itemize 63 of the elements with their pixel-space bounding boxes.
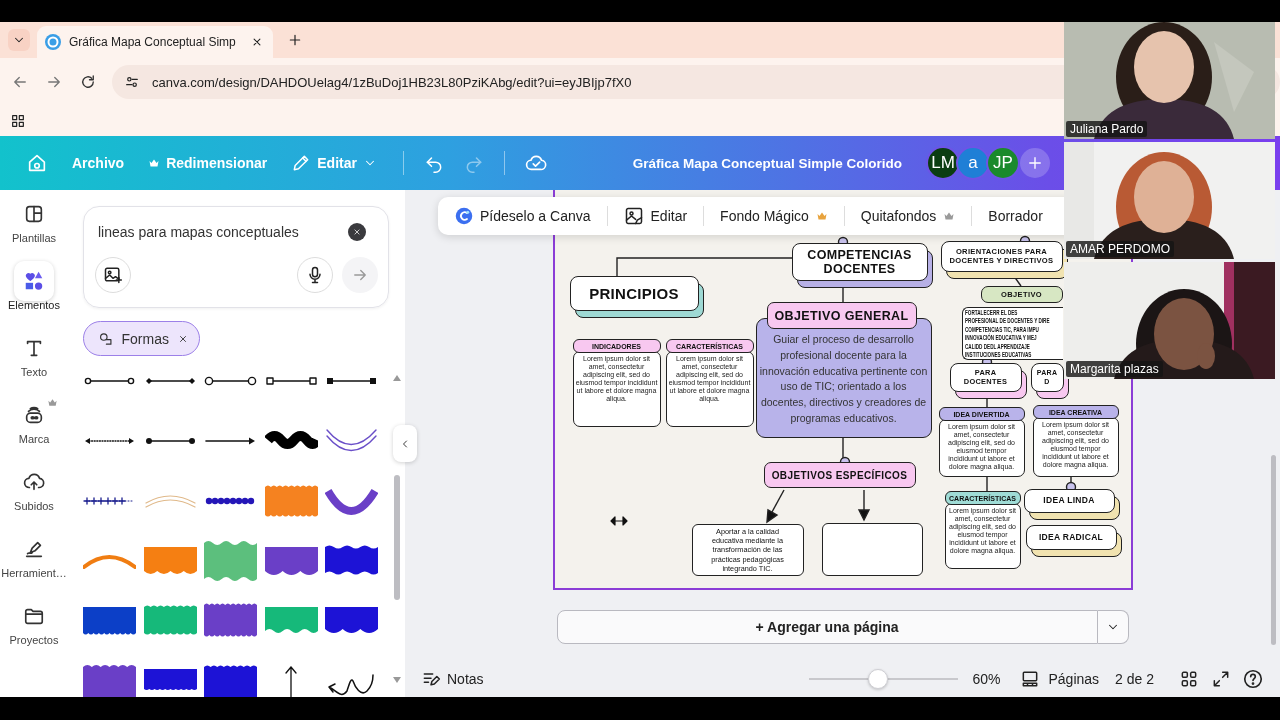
notes-button[interactable]: Notas bbox=[421, 668, 484, 689]
toolbar-button[interactable]: Quitafondos bbox=[854, 204, 962, 228]
ai-icon bbox=[455, 207, 473, 225]
sidebar-item[interactable]: Elementos bbox=[0, 257, 68, 324]
sidebar-item[interactable]: Proyectos bbox=[0, 592, 68, 659]
toolbar-button[interactable]: Pídeselo a Canva bbox=[449, 203, 597, 229]
banner-thumbnail[interactable] bbox=[204, 541, 257, 581]
arrow bbox=[857, 489, 870, 522]
arrow bbox=[765, 489, 785, 524]
browser-tab[interactable]: Gráfica Mapa Conceptual Simp bbox=[37, 26, 273, 58]
collaborator-avatar[interactable]: LM bbox=[926, 146, 960, 180]
page-indicator: 2 de 2 bbox=[1115, 670, 1154, 687]
zoom-reading: 60% bbox=[972, 670, 1001, 687]
collaborator-avatar[interactable]: JP bbox=[986, 146, 1020, 180]
plus-icon bbox=[287, 32, 303, 48]
canva-logo-icon bbox=[45, 34, 61, 50]
sidebar-item[interactable]: Herramient… bbox=[0, 525, 68, 592]
node-label: OBJETIVOS ESPECÍFICOS bbox=[763, 462, 916, 488]
add-collaborator-button[interactable] bbox=[1020, 148, 1050, 178]
toolbar-button[interactable]: Editar bbox=[617, 202, 694, 230]
node-title: PRINCIPIOS bbox=[569, 276, 699, 311]
filter-chip[interactable]: Formas bbox=[83, 321, 200, 356]
scrollbar-thumb[interactable] bbox=[394, 475, 400, 600]
sidebar-item[interactable]: Subidos bbox=[0, 458, 68, 525]
url-text: canva.com/design/DAHDOUelag4/1zBuDoj1HB23L80PziKAbg/edit?ui=eyJBIjp7fX0 bbox=[152, 74, 632, 90]
elements-icon bbox=[23, 270, 45, 292]
scroll-up-arrow-icon[interactable] bbox=[393, 374, 401, 382]
participant-name: Juliana Pardo bbox=[1066, 121, 1148, 137]
sidebar-icon bbox=[23, 471, 45, 493]
toolbar-button[interactable]: Borrador bbox=[982, 204, 1049, 228]
node-title: IDEA LINDA bbox=[1023, 489, 1115, 513]
node-title: COMPETENCIAS DOCENTES bbox=[791, 243, 928, 281]
design-title[interactable]: Gráfica Mapa Conceptual Simple Colorido bbox=[632, 155, 902, 171]
tab-title: Gráfica Mapa Conceptual Simp bbox=[69, 35, 237, 49]
sliders-icon bbox=[124, 74, 140, 90]
image-edit-icon bbox=[623, 206, 644, 226]
home-icon bbox=[26, 152, 48, 174]
plus-icon bbox=[1026, 154, 1044, 172]
sidebar-item[interactable]: Texto bbox=[0, 324, 68, 391]
crown-icon bbox=[148, 157, 161, 169]
close-icon bbox=[352, 227, 362, 237]
sidebar-icon bbox=[23, 203, 45, 225]
participant-name: AMAR PERDOMO bbox=[1066, 241, 1174, 257]
scroll-down-arrow-icon[interactable] bbox=[393, 676, 401, 684]
participant-name: Margarita plazas bbox=[1066, 361, 1163, 377]
pages-button[interactable]: Páginas bbox=[1020, 668, 1100, 689]
add-page-button[interactable]: + Agregar una página bbox=[556, 610, 1098, 644]
clear-search-button[interactable] bbox=[348, 223, 366, 241]
resize-cursor-icon bbox=[609, 516, 628, 526]
node-title: IDEA RADICAL bbox=[1025, 525, 1117, 550]
slider-thumb[interactable] bbox=[867, 668, 888, 689]
apps-icon[interactable] bbox=[10, 113, 26, 129]
collaborator-avatar[interactable]: a bbox=[956, 146, 990, 180]
sidebar-icon bbox=[23, 404, 45, 426]
image-add-icon bbox=[103, 265, 123, 285]
sidebar-item[interactable]: Marca bbox=[0, 391, 68, 458]
toolbar-button[interactable]: Fondo Mágico bbox=[714, 204, 834, 228]
node-label: OBJETIVO GENERAL bbox=[766, 302, 917, 329]
sidebar-item[interactable]: Plantillas bbox=[0, 190, 68, 257]
reload-icon bbox=[79, 73, 97, 91]
search-field[interactable]: lineas para mapas conceptuales bbox=[98, 224, 348, 240]
help-icon bbox=[1242, 667, 1264, 690]
scrollbar-thumb[interactable] bbox=[1271, 455, 1276, 645]
